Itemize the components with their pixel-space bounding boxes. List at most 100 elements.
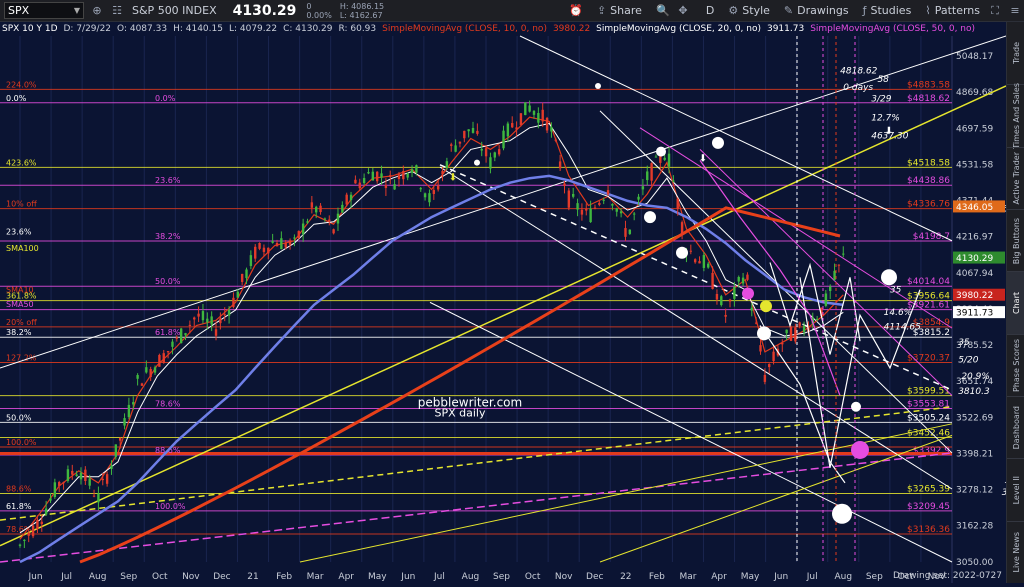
timeframe-button[interactable]: D — [706, 4, 714, 17]
top-toolbar: SPX ▼ ⊕ ☷ S&P 500 INDEX 4130.29 0 0.00% … — [0, 0, 1024, 22]
zoom-icon[interactable]: 🔍 — [656, 4, 670, 18]
y-tick-label: 4869.68 — [956, 88, 993, 98]
x-tick-label: Jun — [773, 572, 788, 582]
level-label: $3265.39 — [907, 484, 950, 494]
candle-body — [676, 198, 679, 210]
level-label: $4438.86 — [907, 176, 950, 186]
studies-button[interactable]: ƒ Studies — [863, 4, 912, 17]
patterns-icon: ⌇ — [925, 4, 931, 17]
sidebar-tab-label: Live News — [1011, 532, 1021, 573]
style-icon: ⚙ — [728, 4, 739, 17]
candle-body — [254, 246, 257, 259]
sidebar-tab-times-and-sales[interactable]: Times And Sales — [1007, 83, 1024, 149]
menu-icon[interactable]: ≡ — [1008, 4, 1022, 18]
symbol-input[interactable]: SPX ▼ — [4, 2, 84, 19]
patterns-button[interactable]: ⌇ Patterns — [925, 4, 980, 17]
sidebar-tab-chart[interactable]: Chart — [1007, 271, 1024, 334]
y-tick-label: 3162.28 — [956, 522, 993, 532]
candle-body — [219, 318, 222, 324]
sidebar-tab-label: Chart — [1011, 292, 1021, 314]
pencil-icon: ✎ — [783, 4, 794, 17]
legend-close: C: 4130.29 — [283, 23, 333, 34]
candle-body — [484, 148, 488, 157]
candle-body — [214, 329, 218, 336]
candle-body — [92, 495, 96, 497]
chart-annotation: 35 — [958, 338, 970, 348]
fullscreen-icon[interactable]: ⛶ — [988, 4, 1002, 18]
x-tick-label: Oct — [152, 572, 168, 582]
candle-body — [598, 202, 601, 205]
candle-body — [815, 318, 819, 320]
left-level-label: 61.8% — [6, 502, 32, 511]
candle-body — [354, 179, 357, 184]
share-button[interactable]: ⇪ Share — [597, 4, 642, 17]
sidebar-tab-level-ii[interactable]: Level II — [1007, 458, 1024, 520]
left-level-label: 50.0% — [6, 413, 32, 422]
candle-body — [62, 482, 65, 484]
sidebar-tab-label: Level II — [1011, 475, 1021, 505]
pivot-marker — [595, 82, 601, 89]
sidebar-tab-phase-scores[interactable]: Phase Scores — [1007, 333, 1024, 396]
sidebar-tab-big-buttons[interactable]: Big Buttons — [1007, 209, 1024, 271]
candle-body — [393, 184, 396, 190]
alarm-icon[interactable]: ⏰ — [569, 4, 583, 18]
candle-body — [114, 444, 118, 457]
legend-sma20: SimpleMovingAvg (CLOSE, 20, 0, no) — [596, 23, 761, 34]
candle-body — [720, 296, 723, 306]
sidebar-tab-live-news[interactable]: Live News — [1007, 520, 1024, 583]
chart-annotation: 4114.65 — [884, 322, 921, 332]
candle-body — [602, 199, 605, 201]
candle-body — [615, 208, 618, 212]
sidebar-tab-label: Trade — [1011, 42, 1021, 65]
plus-icon[interactable]: ⊕ — [90, 4, 104, 18]
chart-annotation: 4818.62 — [840, 67, 877, 77]
x-tick-label: Aug — [462, 572, 480, 582]
candle-body — [288, 240, 292, 245]
watermark-label: SPX daily — [435, 407, 486, 420]
candle-body — [406, 173, 409, 178]
sidebar-tab-dashboard[interactable]: Dashboard — [1007, 396, 1024, 458]
drawings-button[interactable]: ✎ Drawings — [784, 4, 849, 17]
pivot-marker — [676, 246, 688, 259]
pivot-marker — [712, 136, 724, 149]
candle-body — [750, 307, 753, 311]
level-label: $4818.62 — [907, 94, 950, 104]
grid-icon[interactable]: ☷ — [110, 4, 124, 18]
candle-body — [436, 185, 440, 190]
candle-body — [66, 469, 70, 481]
studies-icon: ƒ — [862, 4, 867, 17]
arrow-down-icon: ⬇ — [699, 153, 707, 164]
left-level-label: 100.0% — [6, 438, 37, 447]
candle-body — [227, 309, 231, 316]
candle-body — [206, 318, 209, 323]
candle-body — [210, 316, 213, 325]
candle-body — [349, 194, 353, 201]
chart-svg[interactable]: 5048.174869.684697.594531.584371.444216.… — [0, 22, 1024, 583]
candle-body — [105, 474, 109, 484]
candle-body — [258, 242, 261, 249]
chevron-down-icon[interactable]: ▼ — [74, 6, 80, 15]
level-label: $4518.58 — [907, 158, 950, 168]
candle-body — [271, 241, 274, 243]
crosshair-icon[interactable]: ✥ — [676, 4, 690, 18]
candle-body — [127, 404, 131, 417]
candle-body — [358, 182, 361, 189]
price-chart[interactable]: 5048.174869.684697.594531.584371.444216.… — [0, 22, 1024, 583]
candle-body — [345, 194, 348, 205]
candle-body — [153, 367, 157, 373]
x-tick-label: May — [368, 572, 387, 582]
style-button[interactable]: ⚙ Style — [728, 4, 770, 17]
chart-legend: SPX 10 Y 1D D: 7/29/22 O: 4087.33 H: 414… — [0, 22, 1006, 35]
candle-body — [18, 544, 22, 546]
candle-body — [619, 211, 623, 214]
candle-body — [707, 263, 710, 268]
candle-body — [506, 123, 510, 137]
candle-body — [301, 223, 305, 235]
sidebar-tab-active-trader[interactable]: Active Trader — [1007, 146, 1024, 209]
sidebar-tab-trade[interactable]: Trade — [1007, 22, 1024, 84]
chart-annotation: 20.9% — [961, 372, 990, 382]
candle-body — [833, 270, 836, 280]
x-tick-label: Aug — [834, 572, 852, 582]
candle-body — [680, 222, 684, 235]
candle-body — [419, 188, 422, 190]
